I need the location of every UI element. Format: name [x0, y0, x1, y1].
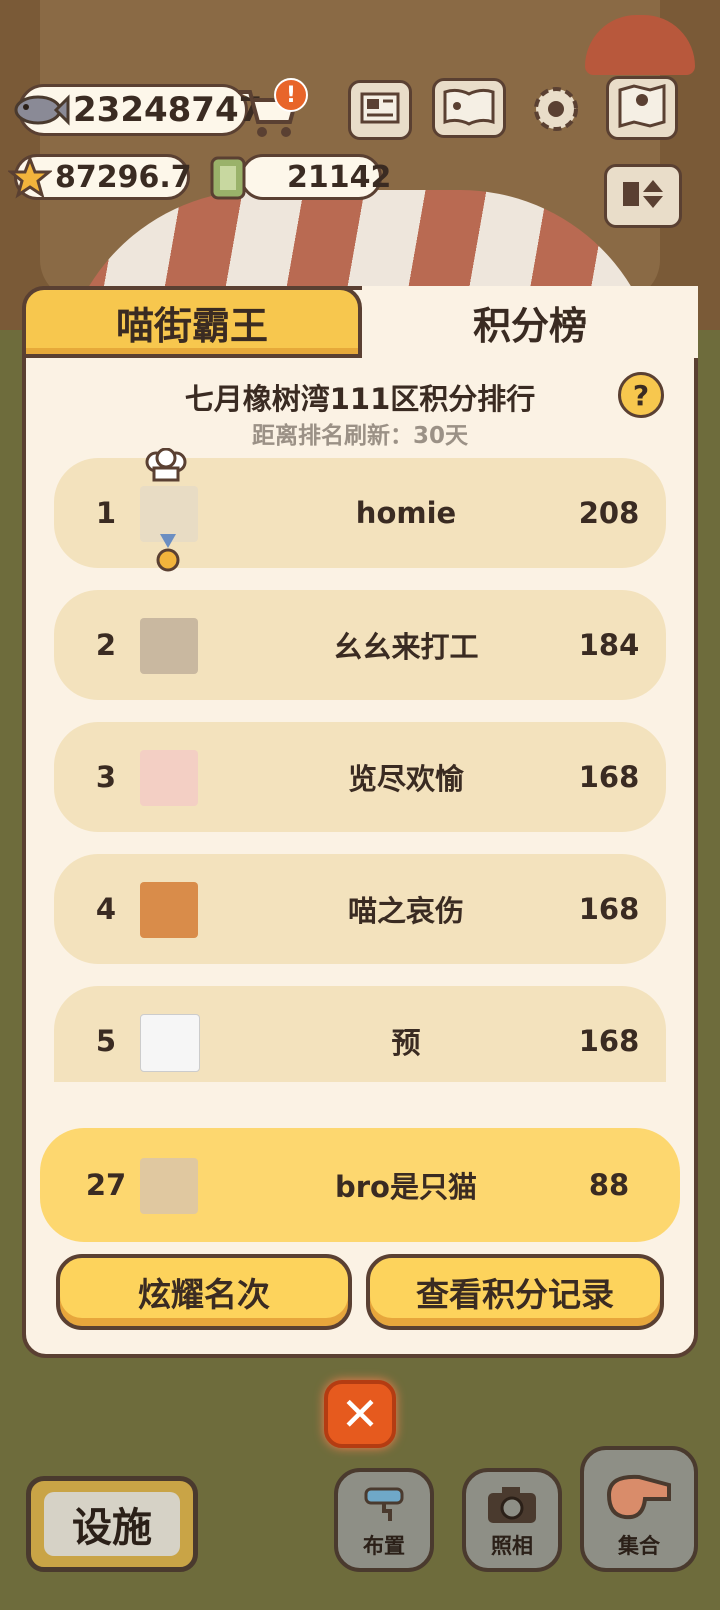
row-name: 览尽欢愉 [347, 762, 464, 796]
show-rank-button[interactable]: 炫耀名次 [56, 1254, 352, 1330]
chef-hat-icon [144, 447, 188, 482]
newspaper-icon [358, 90, 402, 130]
my-rank-row: 27 bro是只猫 88 [40, 1128, 680, 1242]
facility-button[interactable]: 设施 [26, 1476, 198, 1572]
star-icon [8, 156, 52, 200]
gold-medal-icon [156, 534, 180, 574]
help-button[interactable]: ? [618, 372, 664, 418]
map-pin-icon [616, 82, 668, 134]
sort-toggle-button[interactable] [604, 164, 682, 228]
tab-points-ranking[interactable]: 积分榜 [362, 286, 698, 358]
ticket-currency-pill: 21142 [240, 154, 391, 200]
settings-button[interactable] [524, 78, 588, 140]
avatar [140, 750, 198, 806]
fish-icon [12, 86, 70, 134]
alert-badge: ! [274, 78, 308, 112]
sort-icon [617, 174, 669, 218]
leaderboard-row: 3 览尽欢愉 168 [54, 722, 666, 832]
leaderboard-row: 4 喵之哀伤 168 [54, 854, 666, 964]
row-name: 预 [391, 1026, 421, 1060]
leaderboard-row: 1 homie 208 [54, 447, 666, 572]
avatar [140, 1158, 198, 1214]
avatar [140, 882, 198, 938]
map-button[interactable] [606, 76, 678, 140]
arrange-label: 布置 [363, 1534, 405, 1558]
camera-icon [484, 1485, 540, 1530]
paw-book-icon [441, 86, 497, 130]
close-icon: ✕ [340, 1387, 380, 1441]
row-score: 168 [578, 892, 640, 926]
view-points-record-button[interactable]: 查看积分记录 [366, 1254, 664, 1330]
avatar [140, 1014, 200, 1072]
refresh-countdown: 距离排名刷新：30天 [251, 423, 468, 449]
whistle-icon [599, 1465, 679, 1530]
row-score: 184 [578, 628, 640, 662]
my-name: bro是只猫 [335, 1170, 477, 1204]
ticket-icon [206, 152, 250, 202]
row-score: 208 [578, 496, 640, 530]
tab-street-king[interactable]: 喵街霸王 [22, 286, 362, 358]
avatar [140, 618, 198, 674]
paint-roller-icon [360, 1485, 408, 1530]
row-name: homie [355, 496, 457, 530]
leaderboard-row: 2 幺幺来打工 184 [54, 590, 666, 700]
gather-label: 集合 [618, 1534, 660, 1558]
photo-button[interactable]: 照相 [462, 1468, 562, 1572]
photo-label: 照相 [491, 1534, 533, 1558]
close-button[interactable]: ✕ [324, 1380, 396, 1448]
ranking-title: 七月橡树湾111区积分排行 [184, 382, 536, 416]
row-score: 168 [578, 760, 640, 794]
row-score: 168 [578, 1024, 640, 1058]
row-name: 喵之哀伤 [347, 894, 464, 928]
gather-button[interactable]: 集合 [580, 1446, 698, 1572]
my-score: 88 [588, 1168, 630, 1202]
leaderboard-row: 5 预 168 [54, 986, 666, 1082]
catbook-button[interactable] [432, 78, 506, 138]
star-count: 87296.7 [55, 159, 192, 195]
gear-icon [524, 87, 588, 144]
newspaper-button[interactable] [348, 80, 412, 140]
arrange-button[interactable]: 布置 [334, 1468, 434, 1572]
row-name: 幺幺来打工 [333, 630, 479, 664]
ticket-count: 21142 [287, 159, 392, 195]
facility-label: 设施 [44, 1492, 180, 1556]
